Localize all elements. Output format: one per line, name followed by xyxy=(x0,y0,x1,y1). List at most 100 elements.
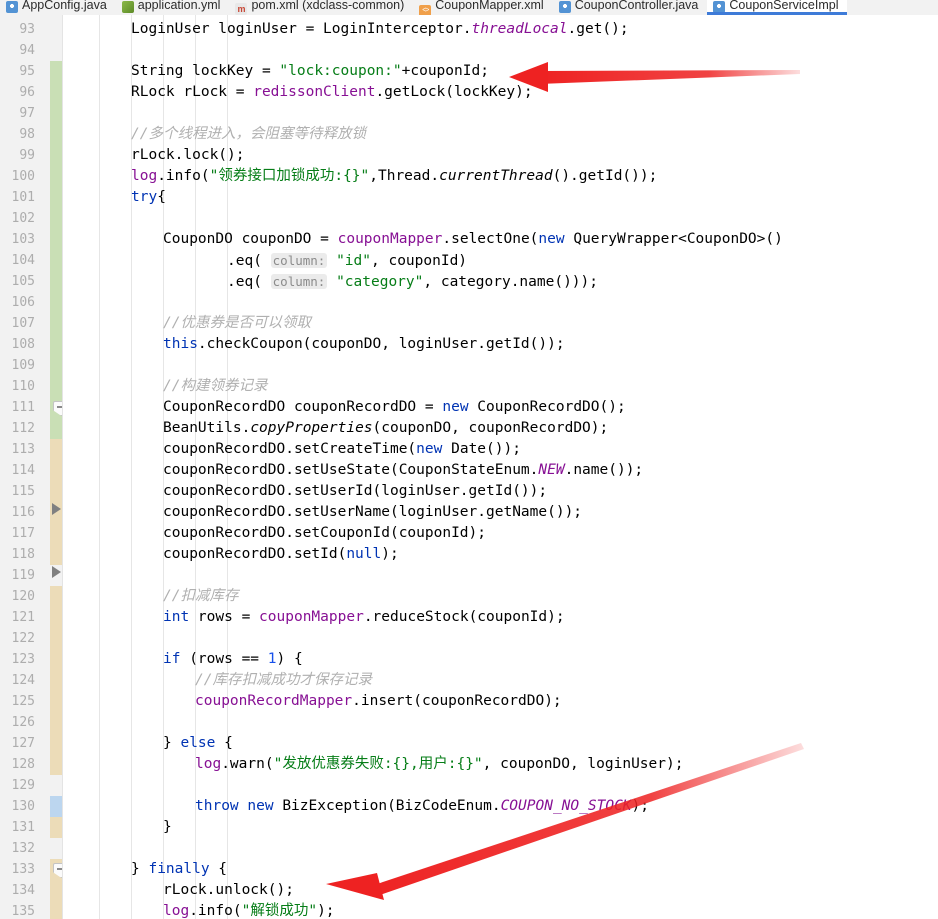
code-line[interactable]: couponRecordDO.setId(null); xyxy=(163,544,399,565)
indent-guide xyxy=(99,15,100,919)
code-token: .info( xyxy=(157,168,210,184)
line-number: 135 xyxy=(11,904,35,919)
code-line[interactable]: RLock rLock = redissonClient.getLock(loc… xyxy=(131,82,533,103)
code-line[interactable]: .eq( column: "id", couponId) xyxy=(227,250,467,271)
code-line[interactable]: rLock.unlock(); xyxy=(163,880,294,901)
code-line[interactable]: log.info("领券接口加锁成功:{}",Thread.currentThr… xyxy=(131,166,657,187)
code-token: .reduceStock(couponId); xyxy=(363,609,565,625)
gutter-expand-triangle-icon[interactable] xyxy=(52,503,61,515)
editor-tab-bar[interactable]: AppConfig.java application.yml m pom.xml (x… xyxy=(0,0,938,16)
line-number: 94 xyxy=(19,43,35,58)
code-token: .insert(couponRecordDO); xyxy=(352,693,562,709)
code-token: copyProperties xyxy=(250,420,373,436)
editor-tab-1[interactable]: AppConfig.java xyxy=(0,0,116,15)
code-line[interactable]: log.warn("发放优惠券失败:{},用户:{}", couponDO, l… xyxy=(195,754,683,775)
code-line[interactable]: .eq( column: "category", category.name()… xyxy=(227,271,598,292)
line-number: 134 xyxy=(11,883,35,898)
code-token: COUPON_NO_STOCK xyxy=(500,798,632,814)
java-class-icon xyxy=(713,1,726,13)
editor-tab-2[interactable]: application.yml xyxy=(116,0,230,15)
code-line[interactable]: int rows = couponMapper.reduceStock(coup… xyxy=(163,607,565,628)
code-line[interactable]: //扣减库存 xyxy=(163,586,238,607)
code-line[interactable]: if (rows == 1) { xyxy=(163,649,303,670)
line-number: 99 xyxy=(19,148,35,163)
code-line[interactable]: //多个线程进入，会阻塞等待释放锁 xyxy=(131,124,366,145)
code-token: } xyxy=(163,819,172,835)
code-area[interactable]: LoginUser loginUser = LoginInterceptor.t… xyxy=(63,15,938,919)
code-line[interactable]: log.info("解锁成功"); xyxy=(163,901,335,919)
code-token: else xyxy=(180,735,216,751)
line-number: 101 xyxy=(11,190,35,205)
code-token: CouponRecordDO(); xyxy=(468,399,626,415)
code-token: .get(); xyxy=(567,21,629,37)
code-line[interactable]: couponRecordDO.setCouponId(couponId); xyxy=(163,523,486,544)
line-number: 95 xyxy=(19,64,35,79)
code-token: threadLocal xyxy=(471,21,568,37)
code-token: { xyxy=(157,189,166,205)
code-line[interactable]: } finally { xyxy=(131,859,227,880)
vcs-change-marker[interactable] xyxy=(50,586,62,775)
code-token: ); xyxy=(317,903,335,919)
code-token: "id" xyxy=(336,253,371,269)
code-token: , couponId) xyxy=(371,253,468,269)
vcs-change-marker[interactable] xyxy=(50,439,62,565)
code-token: log xyxy=(195,756,222,772)
code-line[interactable]: CouponRecordDO couponRecordDO = new Coup… xyxy=(163,397,626,418)
code-token: //优惠券是否可以领取 xyxy=(163,315,311,331)
code-line[interactable]: throw new BizException(BizCodeEnum.COUPO… xyxy=(195,796,649,817)
code-line[interactable]: //库存扣减成功才保存记录 xyxy=(195,670,372,691)
line-number: 133 xyxy=(11,862,35,877)
code-token: ); xyxy=(381,546,399,562)
editor-gutter[interactable]: 93 94 95 96 97 98 99 100 101 102 103 104 105 106 107 10… xyxy=(0,15,70,919)
code-line[interactable]: couponRecordDO.setCreateTime(new Date())… xyxy=(163,439,521,460)
code-token: "领券接口加锁成功:{}" xyxy=(209,168,370,184)
code-token: throw xyxy=(195,798,239,814)
code-line[interactable]: //构建领券记录 xyxy=(163,376,267,397)
editor-tab-4[interactable]: <> CouponMapper.xml xyxy=(413,0,552,15)
line-number: 109 xyxy=(11,358,35,373)
editor-tab-6[interactable]: CouponServiceImpl xyxy=(707,0,848,15)
maven-pom-icon: m xyxy=(235,3,248,15)
code-line[interactable]: LoginUser loginUser = LoginInterceptor.t… xyxy=(131,19,629,40)
code-editor[interactable]: 93 94 95 96 97 98 99 100 101 102 103 104 105 106 107 10… xyxy=(0,15,938,919)
code-token: if xyxy=(163,651,181,667)
code-line[interactable]: } xyxy=(163,817,172,838)
line-number: 126 xyxy=(11,715,35,730)
code-token: ) { xyxy=(276,651,303,667)
code-token: RLock rLock = xyxy=(131,84,254,100)
editor-tab-5[interactable]: CouponController.java xyxy=(553,0,708,15)
vcs-change-marker[interactable] xyxy=(50,796,62,817)
java-class-icon xyxy=(558,1,571,13)
code-token: 1 xyxy=(267,651,277,667)
code-line[interactable]: rLock.lock(); xyxy=(131,145,245,166)
code-line[interactable]: couponRecordDO.setUserName(loginUser.get… xyxy=(163,502,582,523)
line-number: 106 xyxy=(11,295,35,310)
code-token: { xyxy=(209,861,228,877)
code-token: rLock.unlock(); xyxy=(163,882,294,898)
line-number: 114 xyxy=(11,463,35,478)
code-token: couponRecordMapper xyxy=(195,693,353,709)
editor-tab-3[interactable]: m pom.xml (xdclass-common) xyxy=(229,0,413,15)
code-line[interactable]: //优惠券是否可以领取 xyxy=(163,313,311,334)
line-number: 125 xyxy=(11,694,35,709)
code-token: //库存扣减成功才保存记录 xyxy=(195,672,372,688)
line-number: 112 xyxy=(11,421,35,436)
code-line[interactable]: try{ xyxy=(131,187,166,208)
line-number: 98 xyxy=(19,127,35,142)
code-line[interactable]: couponRecordMapper.insert(couponRecordDO… xyxy=(195,691,562,712)
vcs-change-marker[interactable] xyxy=(50,817,62,838)
code-line[interactable]: couponRecordDO.setUserId(loginUser.getId… xyxy=(163,481,547,502)
line-number: 104 xyxy=(11,253,35,268)
code-line[interactable]: } else { xyxy=(163,733,233,754)
code-token: couponRecordDO.setId( xyxy=(163,546,347,562)
code-line[interactable]: String lockKey = "lock:coupon:"+couponId… xyxy=(131,61,489,82)
code-line[interactable]: CouponDO couponDO = couponMapper.selectO… xyxy=(163,229,783,250)
code-token: NEW xyxy=(538,462,565,478)
code-line[interactable]: BeanUtils.copyProperties(couponDO, coupo… xyxy=(163,418,608,439)
gutter-expand-triangle-icon[interactable] xyxy=(52,566,61,578)
vcs-change-marker[interactable] xyxy=(50,61,62,439)
code-line[interactable]: couponRecordDO.setUseState(CouponStateEn… xyxy=(163,460,643,481)
line-number: 111 xyxy=(11,400,35,415)
line-number: 103 xyxy=(11,232,35,247)
code-line[interactable]: this.checkCoupon(couponDO, loginUser.get… xyxy=(163,334,565,355)
